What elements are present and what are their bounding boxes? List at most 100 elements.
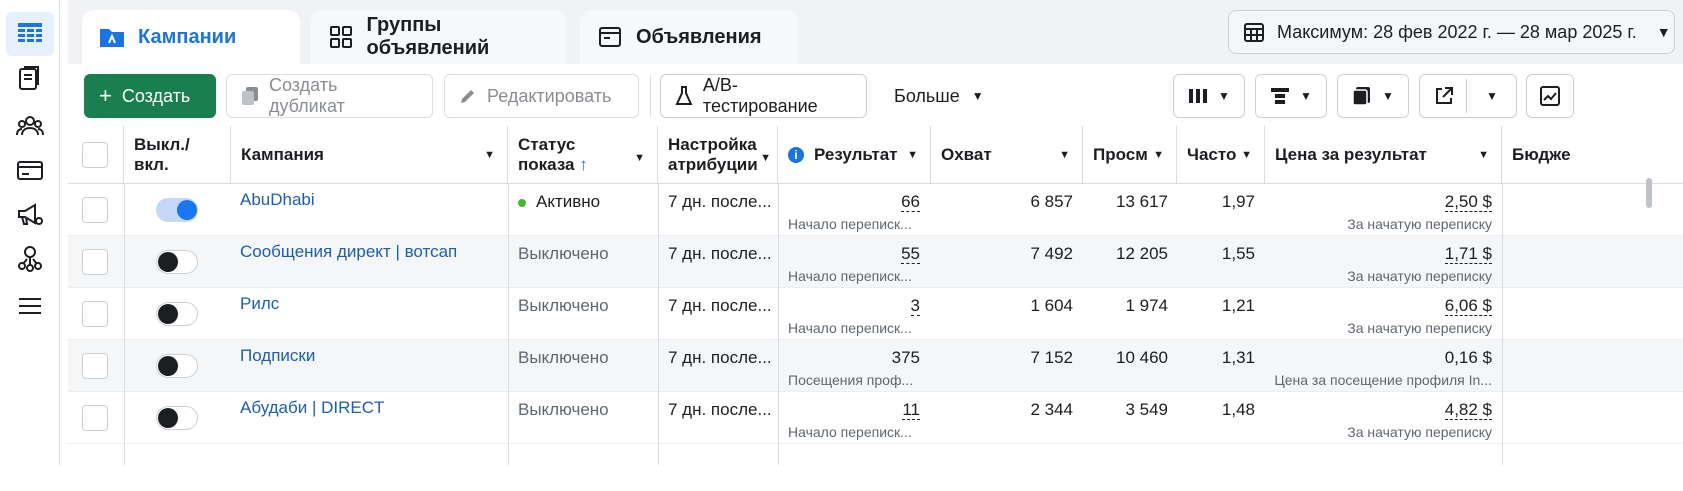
duplicate-icon	[241, 87, 258, 105]
result-number: 3	[910, 296, 920, 316]
sort-caret-icon: ▼	[1059, 149, 1070, 161]
campaign-toggle[interactable]	[156, 198, 198, 222]
columns-button[interactable]: ▼	[1173, 74, 1245, 118]
header-reach[interactable]: Охват ▼	[931, 126, 1083, 184]
calendar-icon	[1244, 23, 1264, 42]
cost-number: 4,82 $	[1444, 400, 1492, 420]
header-frequency-label: Часто	[1187, 145, 1237, 164]
tab-campaigns[interactable]: Кампании	[82, 10, 300, 64]
campaigns-table: Выкл./ вкл. Кампания ▼ Статус показа ↑ ▼…	[68, 126, 1683, 465]
campaign-toggle[interactable]	[156, 302, 198, 326]
frequency-value: 1,48	[1221, 400, 1255, 419]
header-cost-label: Цена за результат	[1275, 145, 1427, 164]
row-checkbox[interactable]	[82, 301, 108, 327]
table-row[interactable]: Абудаби | DIRECT Выключено 7 дн. после... 1…	[68, 392, 1683, 444]
sort-ascending-icon: ↑	[579, 155, 588, 174]
campaign-toggle[interactable]	[156, 354, 198, 378]
table-header: Выкл./ вкл. Кампания ▼ Статус показа ↑ ▼…	[68, 126, 1683, 184]
result-type: Начало переписк...	[788, 424, 912, 440]
campaign-toggle[interactable]	[156, 250, 198, 274]
vertical-scrollbar[interactable]	[1646, 178, 1652, 208]
cost-type: За начатую переписку	[1347, 268, 1492, 284]
toggle-knob	[158, 252, 178, 272]
table-row[interactable]: Сообщения директ | вотсап Выключено 7 дн. …	[68, 236, 1683, 288]
header-status[interactable]: Статус показа ↑ ▼	[508, 126, 658, 184]
header-cost-per-result[interactable]: Цена за результат ▼	[1265, 126, 1502, 184]
tab-ads[interactable]: Объявления	[580, 10, 798, 64]
row-checkbox[interactable]	[82, 405, 108, 431]
campaign-folder-icon	[98, 23, 126, 51]
cost-number: 1,71 $	[1444, 244, 1492, 264]
business-suite-icon[interactable]	[6, 236, 54, 280]
billing-card-icon[interactable]	[6, 148, 54, 192]
split-divider	[1466, 79, 1467, 113]
export-button[interactable]: ▼	[1419, 74, 1517, 118]
charts-button[interactable]	[1526, 74, 1574, 118]
active-status-dot	[518, 199, 526, 207]
ab-test-button[interactable]: A/B-тестирование	[660, 74, 867, 118]
header-attribution[interactable]: Настройка атрибуции ▼	[658, 126, 778, 184]
toggle-knob	[158, 356, 178, 376]
header-budget[interactable]: Бюдже	[1502, 126, 1683, 184]
sort-caret-icon: ▼	[484, 149, 495, 161]
date-range-picker[interactable]: Максимум: 28 фев 2022 г. — 28 мар 2025 г…	[1228, 10, 1675, 54]
header-attribution-line2: атрибуции	[668, 155, 758, 174]
cost-number: 2,50 $	[1444, 192, 1492, 212]
header-campaign-label: Кампания	[241, 145, 324, 164]
column-divider	[1502, 184, 1503, 465]
header-budget-label: Бюдже	[1512, 145, 1571, 164]
chevron-down-icon: ▼	[1300, 89, 1312, 103]
sort-caret-icon: ▼	[760, 152, 771, 164]
table-view-icon[interactable]	[6, 12, 54, 56]
select-all-checkbox[interactable]	[82, 142, 108, 168]
reports-icon[interactable]	[6, 56, 54, 100]
header-campaign[interactable]: Кампания ▼	[231, 126, 508, 184]
audience-icon[interactable]	[6, 104, 54, 148]
chevron-down-icon[interactable]: ▼	[1486, 89, 1498, 103]
breakdown-button[interactable]: ▼	[1255, 74, 1327, 118]
ad-settings-megaphone-icon[interactable]	[6, 192, 54, 236]
campaign-name-link[interactable]: Подписки	[240, 346, 315, 398]
column-divider	[778, 184, 779, 465]
campaign-name-link[interactable]: AbuDhabi	[240, 190, 315, 242]
chevron-down-icon: ▼	[1382, 89, 1394, 103]
table-row[interactable]: Подписки Выключено 7 дн. после... 375 Посеще…	[68, 340, 1683, 392]
header-toggle-line2: вкл.	[134, 155, 169, 174]
header-impressions[interactable]: Просм ▼	[1083, 126, 1177, 184]
row-checkbox[interactable]	[82, 197, 108, 223]
breakdown-icon	[1271, 88, 1290, 104]
menu-hamburger-icon[interactable]	[6, 284, 54, 328]
table-row[interactable]: Рилс Выключено 7 дн. после... 3 Начало переп…	[68, 288, 1683, 340]
ab-test-button-label: A/B-тестирование	[702, 75, 818, 116]
more-button[interactable]: Больше ▼	[880, 74, 1000, 118]
result-type: Начало переписк...	[788, 320, 912, 336]
edit-button[interactable]: Редактировать	[444, 74, 639, 118]
row-checkbox[interactable]	[82, 249, 108, 275]
header-result[interactable]: i Результат ▼	[778, 126, 931, 184]
cost-type: За начатую переписку	[1347, 424, 1492, 440]
table-row[interactable]: AbuDhabi Активно 7 дн. после... 66 Начало пе…	[68, 184, 1683, 236]
cost-type: Цена за посещение профиля In...	[1274, 372, 1492, 388]
duplicate-button[interactable]: Создать дубликат	[226, 74, 433, 118]
cost-number: 0,16 $	[1444, 348, 1492, 367]
delivery-status-label: Выключено	[518, 244, 609, 263]
campaign-name-link[interactable]: Сообщения директ | вотсап	[240, 242, 457, 294]
campaign-name-link[interactable]: Рилс	[240, 294, 279, 346]
create-button[interactable]: + Создать	[84, 74, 216, 118]
info-icon[interactable]: i	[788, 147, 804, 163]
campaign-toggle[interactable]	[156, 406, 198, 430]
header-status-line1: Статус	[518, 135, 576, 154]
campaign-name-link[interactable]: Абудаби | DIRECT	[240, 398, 384, 450]
tab-ad-groups[interactable]: Группы объявлений	[311, 10, 566, 64]
header-select-cell	[68, 126, 124, 184]
sort-caret-icon: ▼	[1478, 149, 1489, 161]
row-checkbox[interactable]	[82, 353, 108, 379]
chevron-down-icon: ▼	[1218, 89, 1230, 103]
header-result-label: Результат	[814, 145, 898, 164]
result-number: 55	[901, 244, 920, 264]
result-number: 66	[901, 192, 920, 212]
delivery-status: Выключено	[518, 400, 609, 452]
reports-button[interactable]: ▼	[1337, 74, 1409, 118]
header-frequency[interactable]: Часто ▼	[1177, 126, 1265, 184]
trend-chart-icon	[1540, 86, 1560, 106]
